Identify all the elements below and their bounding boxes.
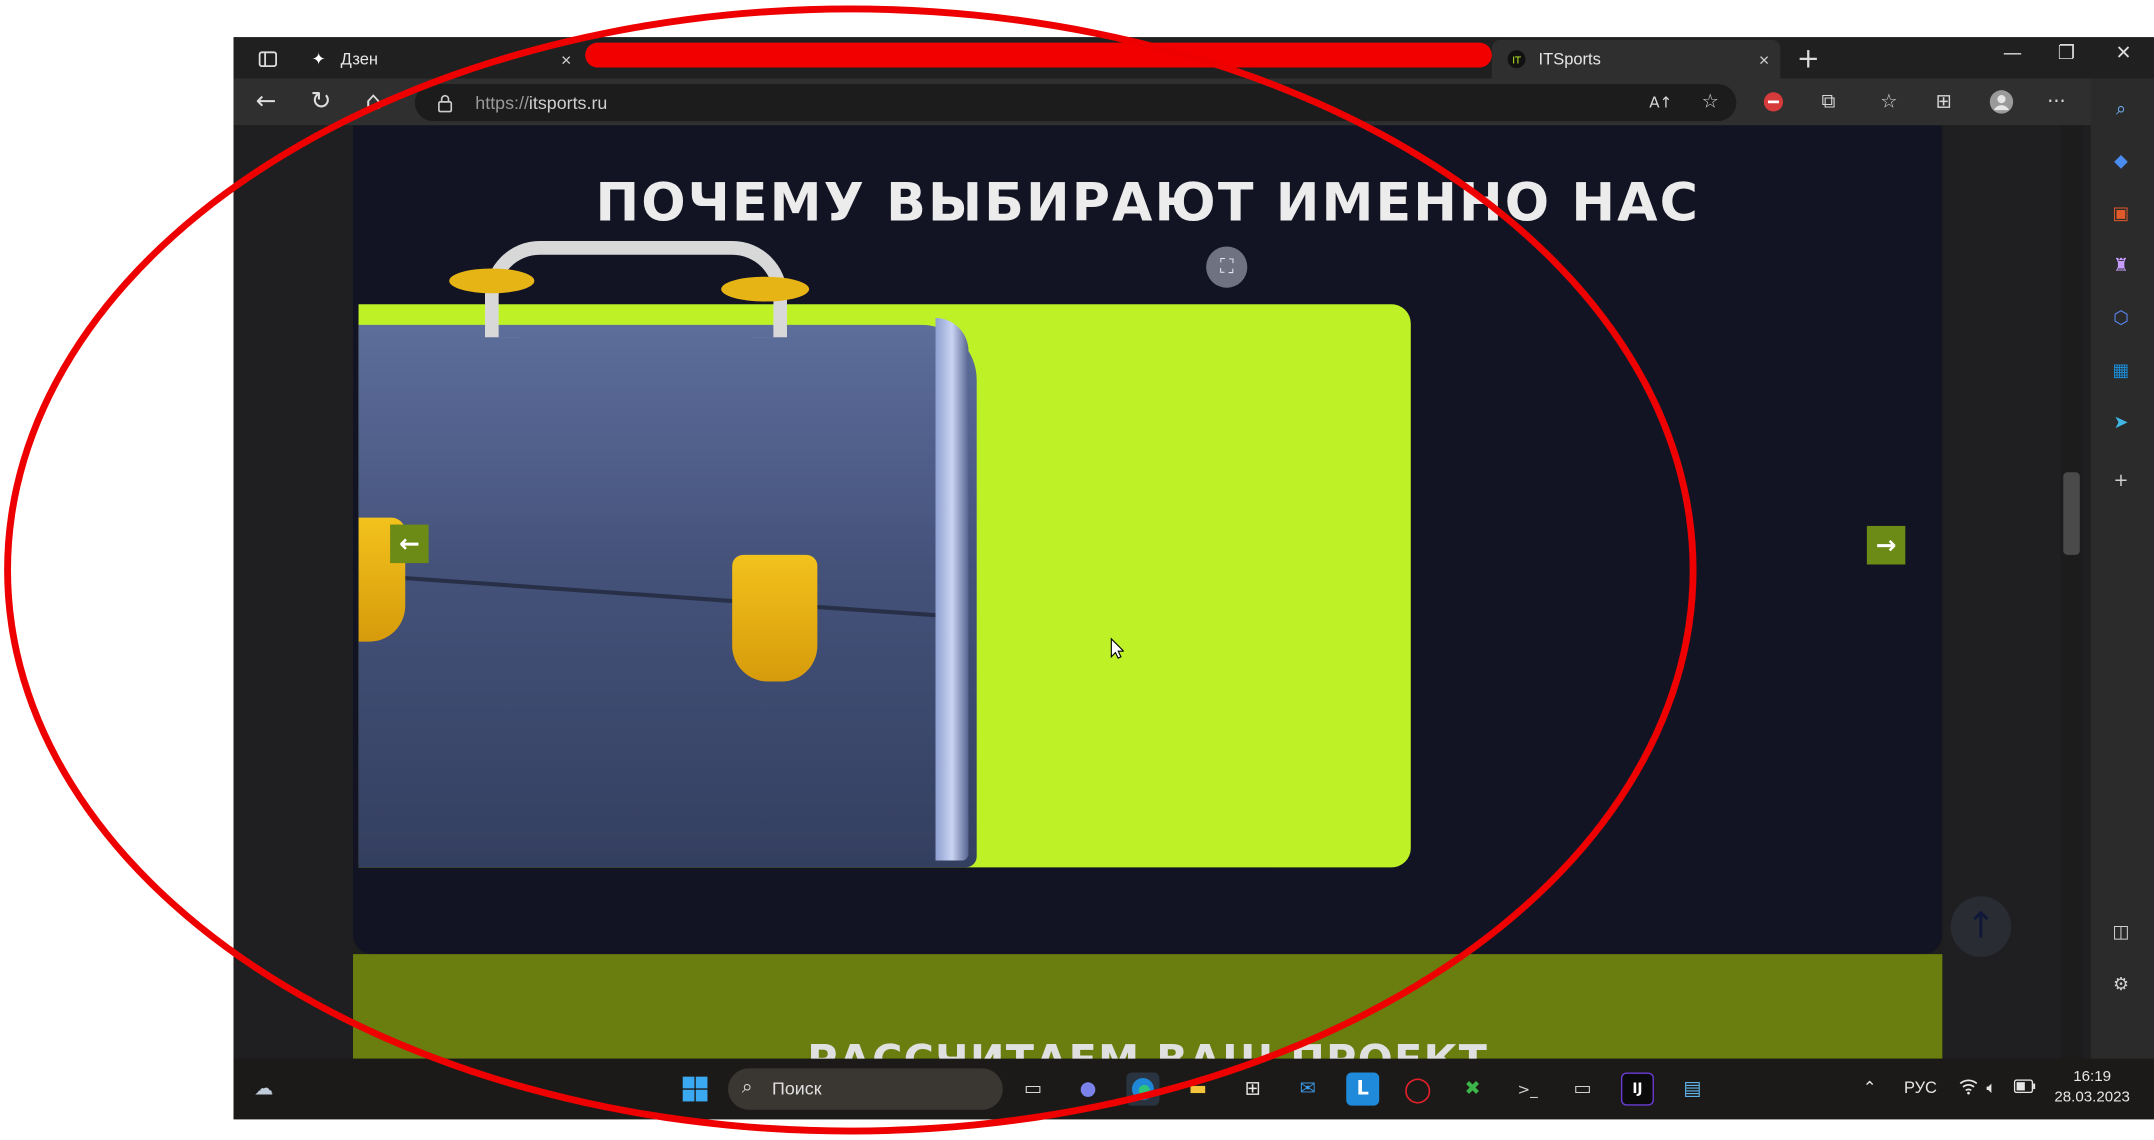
chevron-up-icon[interactable]: ⌃ [1863, 1078, 1877, 1097]
arrow-right-icon: → [1875, 530, 1897, 560]
clock-time: 16:19 [2073, 1068, 2112, 1085]
favorite-add-icon[interactable]: ☆ [1698, 89, 1723, 114]
scrollbar[interactable] [2060, 125, 2083, 1059]
close-tab-icon[interactable]: × [1759, 49, 1769, 70]
adblock-icon[interactable] [1761, 89, 1786, 114]
intellij-icon[interactable]: IJ [1620, 1072, 1654, 1106]
screenshot-content: ✦ Дзен × IT ITSports × + — ❐ ✕ ← ↻ ⌂ htt… [0, 0, 2154, 1140]
launcher-icon[interactable]: L [1346, 1072, 1380, 1106]
outlook-icon[interactable]: ▦ [2107, 357, 2134, 385]
more-icon[interactable]: ··· [2044, 89, 2069, 114]
settings-icon[interactable]: ⚙ [2107, 971, 2134, 999]
send-icon[interactable]: ➤ [2107, 409, 2134, 437]
back-icon[interactable]: ← [256, 87, 277, 116]
read-aloud-icon[interactable]: A↑ [1648, 89, 1673, 114]
wifi-icon[interactable] [1959, 1078, 1978, 1099]
minimize-icon[interactable]: — [2003, 43, 2022, 65]
add-icon[interactable]: + [2107, 467, 2134, 495]
collections-icon[interactable]: ⊞ [1931, 89, 1956, 114]
store-icon[interactable]: ⊞ [1236, 1073, 1269, 1106]
tab-itsports[interactable]: IT ITSports × [1491, 39, 1781, 79]
tab-title: ITSports [1538, 49, 1601, 69]
briefcase-icon[interactable]: ▣ [2107, 200, 2134, 228]
volume-icon[interactable]: 🔈︎ [1986, 1078, 1996, 1099]
edge-sidebar: ⌕ ◆ ▣ ♜ ⬡ ▦ ➤ + ◫ ⚙ [2090, 78, 2154, 1059]
close-window-icon[interactable]: ✕ [2115, 43, 2131, 65]
notepad-icon[interactable]: ▤ [1676, 1073, 1709, 1106]
scroll-to-top-button[interactable]: ↑ [1950, 896, 2012, 957]
mail-icon[interactable]: ✉ [1291, 1073, 1324, 1106]
tab-title: Дзен [340, 49, 379, 69]
reload-icon[interactable]: ↻ [310, 87, 331, 116]
new-tab-button[interactable]: + [1797, 41, 1820, 74]
itsports-logo-icon: IT [1506, 48, 1528, 70]
sparkle-icon: ✦ [311, 49, 326, 69]
battery-icon[interactable] [2013, 1078, 2036, 1097]
favorites-icon[interactable]: ☆ [1876, 89, 1901, 114]
split-icon[interactable]: ◫ [2107, 918, 2134, 946]
extensions-icon[interactable]: ⧉ [1816, 89, 1841, 114]
games-icon[interactable]: ♜ [2107, 252, 2134, 280]
terminal-icon[interactable]: >_ [1511, 1073, 1544, 1106]
copilot-icon[interactable]: ⬡ [2107, 304, 2134, 332]
annotation-ellipse [4, 5, 1697, 1135]
xbox-icon[interactable]: ✖ [1456, 1073, 1489, 1106]
carousel-next-button[interactable]: → [1866, 525, 1906, 565]
tab-actions-icon [258, 48, 278, 70]
clock[interactable]: 16:19 28.03.2023 [2047, 1067, 2138, 1108]
language-indicator[interactable]: РУС [1904, 1078, 1937, 1097]
console-icon[interactable]: ▭ [1566, 1073, 1599, 1106]
weather-icon[interactable]: ☁ [247, 1073, 280, 1106]
arrow-up-icon: ↑ [1965, 905, 1996, 948]
profile-icon[interactable] [1989, 89, 2014, 114]
search-icon[interactable]: ⌕ [2107, 95, 2134, 123]
clock-date: 28.03.2023 [2054, 1089, 2130, 1106]
tag-icon[interactable]: ◆ [2107, 147, 2134, 175]
svg-text:IT: IT [1512, 55, 1521, 66]
scrollbar-thumb[interactable] [2063, 472, 2080, 555]
opera-icon[interactable]: ◯ [1401, 1073, 1434, 1106]
tab-actions-button[interactable] [245, 40, 283, 79]
restore-icon[interactable]: ❐ [2058, 43, 2075, 65]
screenshot: ✦ Дзен × IT ITSports × + — ❐ ✕ ← ↻ ⌂ htt… [0, 0, 2154, 1140]
